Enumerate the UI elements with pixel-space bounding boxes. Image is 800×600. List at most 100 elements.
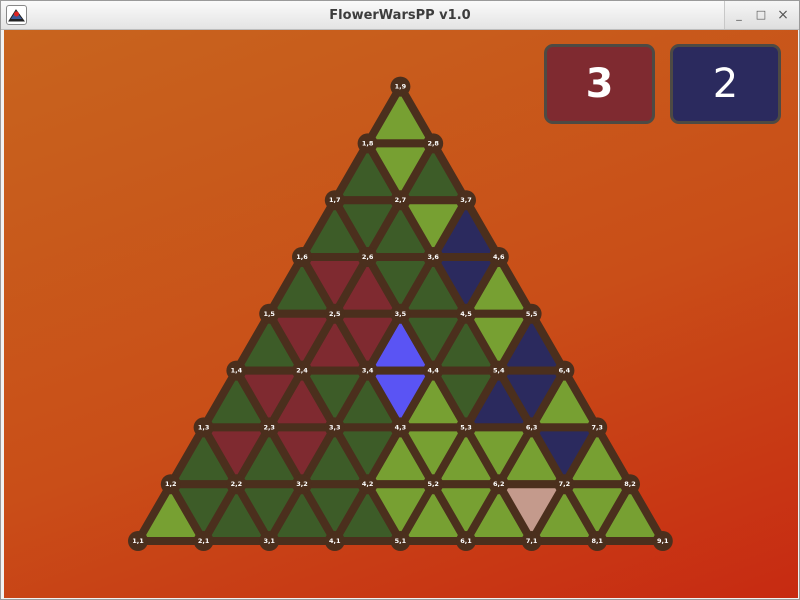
board-vertex[interactable]: 5,1: [390, 531, 411, 551]
red-player-score: 3: [544, 44, 655, 124]
minimize-button[interactable]: _: [731, 7, 747, 23]
board-vertex[interactable]: 2,8: [423, 133, 444, 154]
board-vertex[interactable]: 1,6: [292, 247, 312, 267]
board-vertex[interactable]: 4,1: [324, 531, 345, 551]
vertex-dot: [259, 417, 280, 438]
vertex-dot: [357, 247, 378, 267]
vertex-dot: [390, 531, 411, 551]
vertex-dot: [587, 417, 608, 438]
board-vertex[interactable]: 2,5: [324, 303, 345, 324]
vertex-dot: [620, 474, 640, 495]
board-vertex[interactable]: 3,4: [357, 360, 378, 381]
board-vertex[interactable]: 9,1: [652, 531, 673, 551]
board-vertex[interactable]: 1,8: [357, 133, 378, 154]
board-vertex[interactable]: 5,2: [423, 474, 444, 495]
vertex-dot: [652, 531, 673, 551]
vertex-dot: [423, 247, 444, 267]
board-vertex[interactable]: 8,2: [620, 474, 640, 495]
vertex-dot: [390, 417, 411, 438]
board-vertex[interactable]: 4,6: [488, 247, 509, 267]
board-vertex[interactable]: 1,9: [390, 76, 411, 97]
vertex-dot: [554, 474, 575, 495]
vertex-dot: [128, 531, 148, 551]
window-title: FlowerWarsPP v1.0: [329, 8, 471, 23]
board-vertex[interactable]: 2,3: [259, 417, 280, 438]
board-vertex[interactable]: 4,5: [456, 303, 476, 324]
board-vertex[interactable]: 1,7: [324, 190, 345, 211]
vertex-dot: [488, 474, 509, 495]
board-vertex[interactable]: 5,3: [456, 417, 476, 438]
blue-player-score: 2: [670, 44, 781, 124]
board-vertex[interactable]: 4,2: [357, 474, 378, 495]
vertex-dot: [292, 360, 312, 381]
vertex-dot: [292, 474, 312, 495]
vertex-dot: [357, 474, 378, 495]
game-area: 1,1 2,1 3,1 4,1 5,1 6,1 7,1 8,1 9,1 1,2 2,2 3,2 4,2 5…: [4, 30, 798, 598]
board-vertex[interactable]: 2,1: [193, 531, 214, 551]
board-vertex[interactable]: 3,3: [324, 417, 345, 438]
vertex-dot: [193, 531, 214, 551]
board-vertex[interactable]: 7,3: [587, 417, 608, 438]
vertex-dot: [521, 531, 542, 551]
vertex-dot: [160, 474, 181, 495]
board-vertex[interactable]: 2,2: [226, 474, 247, 495]
board-vertex[interactable]: 5,5: [521, 303, 542, 324]
board-vertex[interactable]: 6,2: [488, 474, 509, 495]
vertex-dot: [554, 360, 575, 381]
vertex-dot: [423, 474, 444, 495]
vertex-dot: [456, 190, 476, 211]
vertex-dot: [226, 360, 247, 381]
app-window: FlowerWarsPP v1.0 _ □ × 1,1 2,1 3,1 4,1 5,1 6…: [0, 0, 800, 600]
vertex-dot: [259, 303, 280, 324]
vertex-dot: [357, 133, 378, 154]
vertex-dot: [488, 247, 509, 267]
board-vertex[interactable]: 3,1: [259, 531, 280, 551]
board-vertex[interactable]: 2,6: [357, 247, 378, 267]
vertex-dot: [324, 531, 345, 551]
board-vertex[interactable]: 7,1: [521, 531, 542, 551]
window-controls: _ □ ×: [724, 1, 799, 29]
vertex-dot: [521, 417, 542, 438]
board-vertex[interactable]: 1,1: [128, 531, 148, 551]
vertex-dot: [324, 303, 345, 324]
close-button[interactable]: ×: [775, 7, 791, 23]
vertex-dot: [521, 303, 542, 324]
vertex-dot: [456, 303, 476, 324]
board-vertex[interactable]: 7,2: [554, 474, 575, 495]
board-vertex[interactable]: 3,7: [456, 190, 476, 211]
board-vertex[interactable]: 1,3: [193, 417, 214, 438]
board-vertex[interactable]: 8,1: [587, 531, 608, 551]
vertex-dot: [587, 531, 608, 551]
board-vertex[interactable]: 3,5: [390, 303, 411, 324]
vertex-dot: [423, 133, 444, 154]
maximize-button[interactable]: □: [753, 7, 769, 23]
board-vertex[interactable]: 6,1: [456, 531, 476, 551]
board-vertex[interactable]: 4,4: [423, 360, 444, 381]
vertex-dot: [390, 190, 411, 211]
vertex-dot: [456, 531, 476, 551]
vertex-dot: [324, 417, 345, 438]
vertex-dot: [259, 531, 280, 551]
board-vertex[interactable]: 6,4: [554, 360, 575, 381]
board-vertex[interactable]: 1,5: [259, 303, 280, 324]
board-vertex[interactable]: 2,4: [292, 360, 312, 381]
vertex-dot: [390, 303, 411, 324]
board-vertex[interactable]: 5,4: [488, 360, 509, 381]
vertex-dot: [488, 360, 509, 381]
board-vertex[interactable]: 6,3: [521, 417, 542, 438]
board-vertex[interactable]: 4,3: [390, 417, 411, 438]
vertex-dot: [423, 360, 444, 381]
board-vertex[interactable]: 3,6: [423, 247, 444, 267]
vertex-dot: [324, 190, 345, 211]
board-vertex[interactable]: 2,7: [390, 190, 411, 211]
vertex-dot: [226, 474, 247, 495]
title-bar[interactable]: FlowerWarsPP v1.0 _ □ ×: [1, 1, 799, 30]
vertex-dot: [292, 247, 312, 267]
board-vertex[interactable]: 1,2: [160, 474, 181, 495]
vertex-dot: [357, 360, 378, 381]
vertex-dot: [390, 76, 411, 97]
vertex-dot: [456, 417, 476, 438]
board-vertex[interactable]: 3,2: [292, 474, 312, 495]
board-vertex[interactable]: 1,4: [226, 360, 247, 381]
vertex-dot: [193, 417, 214, 438]
